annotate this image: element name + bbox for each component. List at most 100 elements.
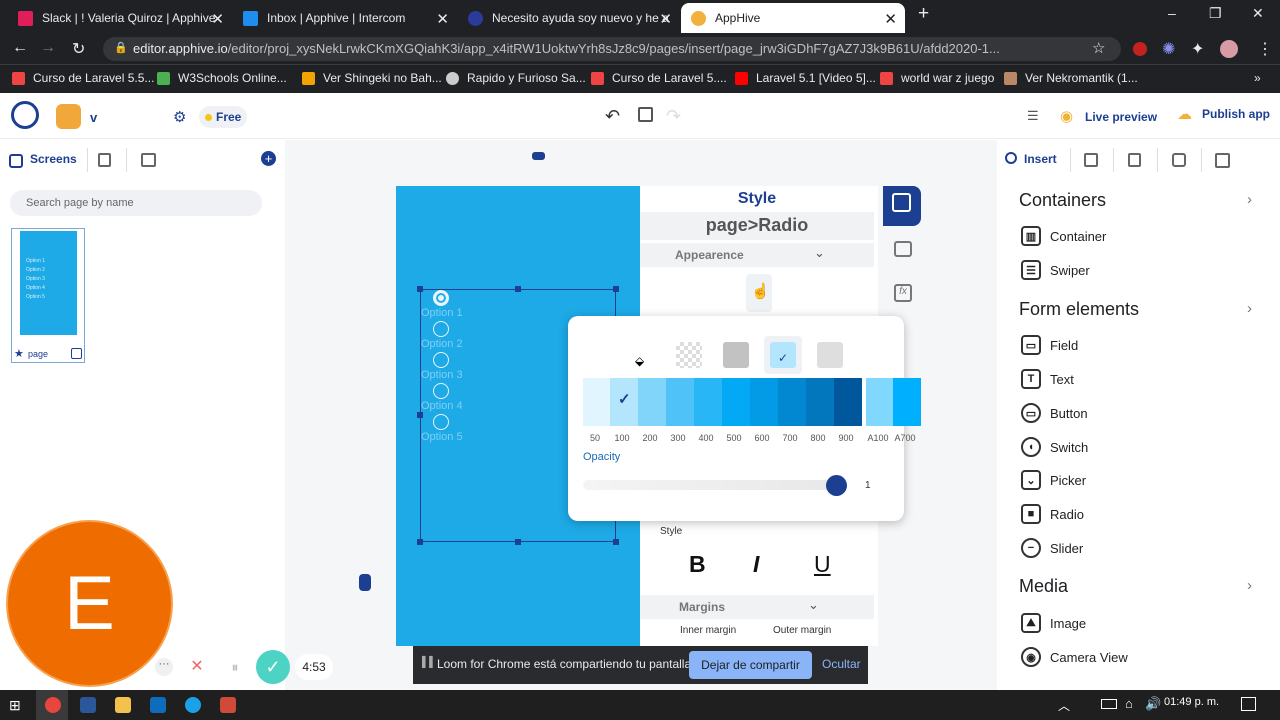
tray-up-icon[interactable]: ︿ xyxy=(1058,697,1070,714)
project-icon[interactable] xyxy=(56,104,81,129)
puzzle-icon[interactable]: ✦ xyxy=(1191,39,1204,59)
shade-swatch-500[interactable] xyxy=(722,378,750,426)
item-text[interactable]: T Text xyxy=(1021,369,1074,389)
item-switch[interactable]: ◖ Switch xyxy=(1021,437,1088,457)
database-icon[interactable] xyxy=(894,241,912,257)
blue-palette-swatch[interactable]: ✓ xyxy=(770,342,796,368)
address-bar[interactable]: 🔒 editor.apphive.io/editor/proj_xysNekLr… xyxy=(103,37,1121,61)
live-preview-button[interactable]: Live preview xyxy=(1085,110,1157,124)
item-camera-view[interactable]: ◉ Camera View xyxy=(1021,647,1128,667)
hide-button[interactable]: Ocultar xyxy=(822,657,861,671)
redo-icon[interactable]: ↷ xyxy=(666,106,681,127)
bookmarks-overflow-icon[interactable]: » xyxy=(1254,71,1261,85)
battery-icon[interactable] xyxy=(1101,699,1117,709)
appearance-section[interactable]: Appearence ⌄ xyxy=(640,243,874,267)
close-icon[interactable]: ✕ xyxy=(884,10,897,28)
maximize-button[interactable]: ❐ xyxy=(1209,5,1222,22)
chevron-right-icon[interactable]: › xyxy=(1247,191,1252,208)
item-container[interactable]: ▥ Container xyxy=(1021,226,1106,246)
list-tab-icon[interactable] xyxy=(1128,153,1141,167)
pages-list-icon[interactable]: ☰ xyxy=(1027,108,1039,124)
function-tab-icon[interactable] xyxy=(1215,153,1230,168)
transparent-swatch[interactable] xyxy=(676,342,702,368)
resize-handle[interactable] xyxy=(417,412,423,418)
bold-button[interactable]: B xyxy=(689,551,706,578)
tab-screens[interactable]: Screens xyxy=(30,152,77,166)
style-tab-button[interactable] xyxy=(883,186,921,226)
item-field[interactable]: ▭ Field xyxy=(1021,335,1078,355)
underline-button[interactable]: U xyxy=(814,551,831,578)
bookmark-item[interactable]: Curso de Laravel 5.... xyxy=(591,71,727,85)
extension-icon[interactable] xyxy=(1133,42,1147,56)
pause-icon[interactable]: ⏸ xyxy=(222,654,248,680)
item-radio[interactable]: ■ Radio xyxy=(1021,504,1084,524)
settings-gear-icon[interactable]: ⚙ xyxy=(173,108,186,126)
opacity-slider-track[interactable] xyxy=(583,480,836,490)
radio-circle[interactable] xyxy=(433,352,449,368)
item-image[interactable]: ⛰ Image xyxy=(1021,613,1086,633)
plan-badge[interactable]: Free xyxy=(199,106,247,128)
bookmark-item[interactable]: Laravel 5.1 [Video 5]... xyxy=(735,71,876,85)
opacity-slider-thumb[interactable] xyxy=(826,475,847,496)
shade-swatch-700[interactable] xyxy=(778,378,806,426)
word-icon[interactable] xyxy=(80,697,96,713)
item-picker[interactable]: ⌄ Picker xyxy=(1021,470,1086,490)
radio-circle[interactable] xyxy=(433,383,449,399)
drag-handle-icon[interactable]: ▌▌ xyxy=(422,657,436,668)
stop-sharing-button[interactable]: Dejar de compartir xyxy=(689,651,812,679)
tab-forum[interactable]: Necesito ayuda soy nuevo y he a ✕ xyxy=(458,3,680,33)
italic-button[interactable]: I xyxy=(753,551,759,578)
layers-tab-icon[interactable] xyxy=(141,153,156,167)
resize-handle[interactable] xyxy=(417,286,423,292)
tab-slack[interactable]: Slack | ! Valeria Quiroz | Apphive ✕ xyxy=(8,3,232,33)
resize-handle[interactable] xyxy=(613,286,619,292)
volume-icon[interactable]: 🔊 xyxy=(1145,696,1161,712)
cancel-recording-icon[interactable]: ✕ xyxy=(184,654,210,680)
resize-handle[interactable] xyxy=(515,539,521,545)
shade-swatch-800[interactable] xyxy=(806,378,834,426)
forward-icon[interactable]: → xyxy=(40,39,56,57)
page-options-icon[interactable] xyxy=(71,348,82,359)
bookmark-item[interactable]: Ver Shingeki no Bah... xyxy=(302,71,442,85)
chrome-icon[interactable] xyxy=(45,697,61,713)
windows-start-icon[interactable]: ⊞ xyxy=(9,697,21,714)
chevron-right-icon[interactable]: › xyxy=(1247,577,1252,594)
color-picker-trigger[interactable]: ☝ xyxy=(746,274,772,312)
category-media[interactable]: Media xyxy=(1019,576,1068,597)
radio-circle-selected[interactable] xyxy=(433,290,449,306)
app-icon[interactable] xyxy=(220,697,236,713)
minimize-button[interactable]: – xyxy=(1168,5,1176,21)
profile-avatar[interactable] xyxy=(1220,40,1238,58)
shade-swatch-A700[interactable] xyxy=(893,378,921,426)
shade-swatch-300[interactable] xyxy=(666,378,694,426)
paint-bucket-icon[interactable]: ⬙ xyxy=(635,354,644,368)
edit-tab-icon[interactable] xyxy=(1084,153,1098,167)
window-close-button[interactable]: ✕ xyxy=(1252,5,1264,22)
finish-recording-icon[interactable]: ✓ xyxy=(256,650,290,684)
tab-intercom[interactable]: Inbox | Apphive | Intercom ✕ xyxy=(233,3,457,33)
system-clock[interactable]: 01:49 p. m. xyxy=(1164,696,1219,708)
category-containers[interactable]: Containers xyxy=(1019,190,1106,211)
file-explorer-icon[interactable] xyxy=(115,697,131,713)
category-form-elements[interactable]: Form elements xyxy=(1019,299,1139,320)
radio-circle[interactable] xyxy=(433,321,449,337)
components-tab-icon[interactable] xyxy=(98,153,111,167)
light-grey-swatch[interactable] xyxy=(817,342,843,368)
bookmark-item[interactable]: world war z juego xyxy=(880,71,994,85)
item-swiper[interactable]: ☰ Swiper xyxy=(1021,260,1090,280)
resize-handle[interactable] xyxy=(417,539,423,545)
cloud-upload-icon[interactable]: ☁ xyxy=(1177,105,1192,123)
bookmark-star-icon[interactable]: ☆ xyxy=(1092,39,1105,57)
outlook-icon[interactable] xyxy=(150,697,166,713)
add-screen-button[interactable]: + xyxy=(261,151,276,166)
shade-swatch-A100[interactable] xyxy=(866,378,894,426)
chevron-right-icon[interactable]: › xyxy=(1247,300,1252,317)
publish-app-button[interactable]: Publish app xyxy=(1202,107,1270,121)
search-page-input[interactable]: Search page by name xyxy=(10,190,262,216)
more-options-icon[interactable]: ··· xyxy=(155,658,173,676)
shade-swatch-200[interactable] xyxy=(638,378,666,426)
bookmark-item[interactable]: Ver Nekromantik (1... xyxy=(1004,71,1138,85)
grey-swatch[interactable] xyxy=(723,342,749,368)
menu-icon[interactable]: ⋮ xyxy=(1257,39,1273,59)
function-icon[interactable]: fx xyxy=(894,284,912,302)
